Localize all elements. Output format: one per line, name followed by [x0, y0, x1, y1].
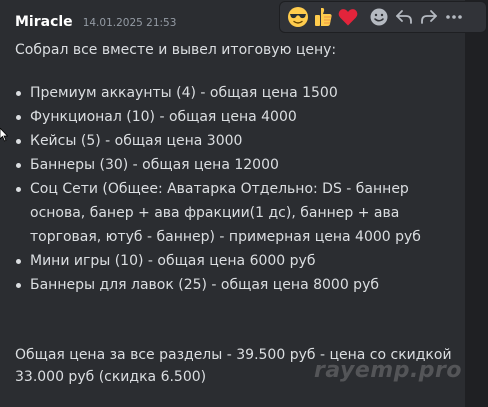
mouse-cursor-icon: [0, 128, 8, 142]
thumbs-up-emoji-icon: [314, 8, 332, 26]
list-item: Премиум аккаунты (4) - общая цена 1500: [15, 81, 465, 105]
message-intro: Собрал все вместе и вывел итоговую цену:: [15, 42, 337, 58]
add-reaction-button[interactable]: [366, 3, 391, 31]
message: Miracle 14.01.2025 21:53 Собрал все вмес…: [15, 14, 465, 388]
list-item: Функционал (10) - общая цена 4000: [15, 105, 465, 129]
watermark-logo: rayemp.pro: [314, 358, 463, 383]
message-action-toolbar: [279, 1, 487, 33]
sunglasses-emoji-reaction-button[interactable]: [285, 3, 310, 31]
forward-arrow-icon: [420, 10, 437, 24]
sunglasses-emoji-icon: [287, 7, 308, 27]
reply-button[interactable]: [391, 3, 416, 31]
list-item: Мини игры (10) - общая цена 6000 руб: [15, 249, 465, 273]
smiley-add-reaction-icon: [370, 8, 387, 26]
author-name[interactable]: Miracle: [15, 14, 73, 30]
forward-button[interactable]: [416, 3, 441, 31]
more-dots-icon: [445, 15, 462, 19]
message-content: Собрал все вместе и вывел итоговую цену:…: [15, 39, 465, 388]
red-heart-emoji-reaction-button[interactable]: [335, 3, 360, 31]
list-item: Баннеры для лавок (25) - общая цена 8000…: [15, 273, 465, 297]
more-options-button[interactable]: [441, 3, 466, 31]
list-item: Соц Сети (Общее: Аватарка Отдельно: DS -…: [15, 177, 465, 249]
message-timestamp[interactable]: 14.01.2025 21:53: [83, 17, 177, 29]
list-item: Баннеры (30) - общая цена 12000: [15, 153, 465, 177]
price-list: Премиум аккаунты (4) - общая цена 1500 Ф…: [15, 81, 465, 297]
reply-arrow-icon: [395, 10, 412, 24]
red-heart-emoji-icon: [338, 9, 357, 26]
list-item: Кейсы (5) - общая цена 3000: [15, 129, 465, 153]
thumbs-up-emoji-reaction-button[interactable]: [310, 3, 335, 31]
